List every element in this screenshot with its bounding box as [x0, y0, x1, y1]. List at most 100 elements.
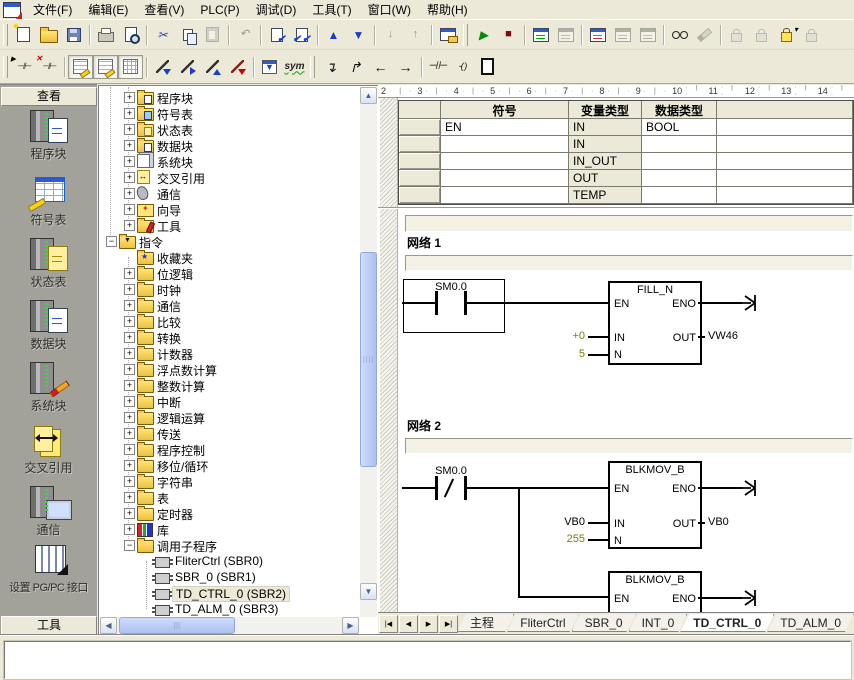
expand-icon[interactable]: +: [124, 268, 135, 279]
tools-bar-button[interactable]: 工具: [1, 616, 97, 635]
sidebar-item-cross-reference[interactable]: 交叉引用: [0, 423, 97, 476]
expand-icon[interactable]: +: [124, 156, 135, 167]
lock-options-button[interactable]: [774, 23, 799, 47]
toggle-network-comments-button[interactable]: [93, 55, 118, 79]
menu-help[interactable]: 帮助(H): [419, 0, 476, 20]
table-cell[interactable]: IN: [569, 136, 642, 153]
copy-button[interactable]: [175, 23, 200, 47]
insert-coil-button[interactable]: -( ): [450, 55, 475, 79]
tree-vscroll-thumb[interactable]: ||||: [360, 252, 377, 467]
scroll-down-icon[interactable]: ▼: [360, 583, 377, 600]
table-cell[interactable]: IN_OUT: [569, 153, 642, 170]
blkmov-b-box-2[interactable]: BLKMOV_B EN ENO: [608, 571, 702, 612]
program-status-button[interactable]: [528, 23, 553, 47]
delete-column-button[interactable]: [225, 55, 250, 79]
tree-item-label[interactable]: FliterCtrl (SBR0): [172, 554, 266, 568]
tree-item[interactable]: +状态表: [100, 121, 359, 137]
symbol-table-button[interactable]: [257, 55, 282, 79]
tree-item[interactable]: SBR_0 (SBR1): [100, 569, 359, 585]
table-cell[interactable]: [441, 187, 569, 204]
delete-row-button[interactable]: [200, 55, 225, 79]
table-cell[interactable]: EN: [441, 119, 569, 136]
expand-icon[interactable]: +: [124, 524, 135, 535]
bookmark-glasses-button[interactable]: [667, 23, 692, 47]
expand-icon[interactable]: +: [124, 412, 135, 423]
options-button[interactable]: [435, 23, 460, 47]
expand-icon[interactable]: +: [124, 124, 135, 135]
menu-file[interactable]: 文件(F): [25, 0, 80, 20]
tree-item[interactable]: +传送: [100, 425, 359, 441]
tree-item[interactable]: +字符串: [100, 473, 359, 489]
insert-box-button[interactable]: [475, 55, 500, 79]
tree-item[interactable]: +通信: [100, 185, 359, 201]
table-cell[interactable]: [642, 170, 717, 187]
line-left-button[interactable]: ←: [368, 55, 393, 79]
prev-tab-button[interactable]: ◀: [399, 615, 418, 633]
row-selector[interactable]: [399, 170, 441, 187]
insert-row-button[interactable]: [150, 55, 175, 79]
tab-FliterCtrl[interactable]: FliterCtrl: [507, 614, 578, 632]
out-operand[interactable]: VW46: [708, 330, 738, 342]
expand-icon[interactable]: +: [124, 460, 135, 471]
tree-item[interactable]: +交叉引用: [100, 169, 359, 185]
line-up-button[interactable]: ↱: [343, 55, 368, 79]
scroll-left-icon[interactable]: ◀: [100, 617, 117, 634]
sidebar-item-set-pg-pc-interface[interactable]: 设置 PG/PC 接口: [0, 543, 97, 595]
stop-button[interactable]: ■: [496, 23, 521, 47]
tree-item[interactable]: TD_CTRL_0 (SBR2): [100, 585, 359, 601]
pou-comment-bar[interactable]: [405, 215, 853, 232]
sidebar-item-symbol-table[interactable]: 符号表: [0, 175, 97, 228]
tree-item[interactable]: +程序控制: [100, 441, 359, 457]
table-cell[interactable]: [717, 136, 853, 153]
row-selector[interactable]: [399, 136, 441, 153]
sidebar-item-status-chart[interactable]: 状态表: [0, 237, 97, 290]
save-button[interactable]: [61, 23, 86, 47]
expand-icon[interactable]: +: [124, 492, 135, 503]
blkmov-b-box-1[interactable]: BLKMOV_B EN ENO IN OUT N: [608, 461, 702, 549]
tab-INT_0[interactable]: INT_0: [629, 614, 688, 632]
tree-vertical-scrollbar[interactable]: ▲ |||| ▼: [360, 87, 377, 617]
expand-icon[interactable]: +: [124, 316, 135, 327]
print-preview-button[interactable]: [118, 23, 143, 47]
table-cell[interactable]: IN: [569, 119, 642, 136]
expand-icon[interactable]: +: [124, 108, 135, 119]
tree-item[interactable]: FliterCtrl (SBR0): [100, 553, 359, 569]
tab-SBR_0[interactable]: SBR_0: [572, 614, 636, 632]
tree-item[interactable]: −调用子程序: [100, 537, 359, 553]
network-1-title[interactable]: 网络 1: [407, 234, 441, 251]
output-window[interactable]: [4, 641, 851, 679]
tree-item[interactable]: +中断: [100, 393, 359, 409]
n-operand[interactable]: 5: [558, 348, 585, 360]
tab-主程序[interactable]: 主程序: [457, 614, 514, 632]
tree-item[interactable]: +表: [100, 489, 359, 505]
new-file-button[interactable]: [11, 23, 36, 47]
row-selector[interactable]: [399, 187, 441, 204]
tree-item-label[interactable]: TD_CTRL_0 (SBR2): [172, 586, 290, 602]
expand-icon[interactable]: +: [124, 476, 135, 487]
scroll-up-icon[interactable]: ▲: [360, 87, 377, 104]
expand-icon[interactable]: +: [124, 364, 135, 375]
sidebar-item-system-block[interactable]: 系统块: [0, 361, 97, 414]
expand-icon[interactable]: +: [124, 172, 135, 183]
expand-icon[interactable]: +: [124, 220, 135, 231]
menu-plc[interactable]: PLC(P): [192, 1, 247, 19]
tree-item[interactable]: +程序块: [100, 89, 359, 105]
collapse-icon[interactable]: −: [124, 540, 135, 551]
print-button[interactable]: [93, 23, 118, 47]
expand-icon[interactable]: +: [124, 428, 135, 439]
run-button[interactable]: ▶: [471, 23, 496, 47]
tree-item[interactable]: +逻辑运算: [100, 409, 359, 425]
download-button[interactable]: ▼: [346, 23, 371, 47]
in-operand[interactable]: VB0: [558, 516, 585, 528]
expand-icon[interactable]: +: [124, 188, 135, 199]
tab-TD_ALM_0[interactable]: TD_ALM_0: [767, 614, 854, 632]
tree-item[interactable]: +通信: [100, 297, 359, 313]
expand-icon[interactable]: +: [124, 92, 135, 103]
last-tab-button[interactable]: ▶|: [439, 615, 458, 633]
tree-item[interactable]: +位逻辑: [100, 265, 359, 281]
expand-icon[interactable]: +: [124, 332, 135, 343]
compile-all-button[interactable]: [289, 23, 314, 47]
tree-item[interactable]: +定时器: [100, 505, 359, 521]
expand-icon[interactable]: +: [124, 396, 135, 407]
table-cell[interactable]: [642, 136, 717, 153]
